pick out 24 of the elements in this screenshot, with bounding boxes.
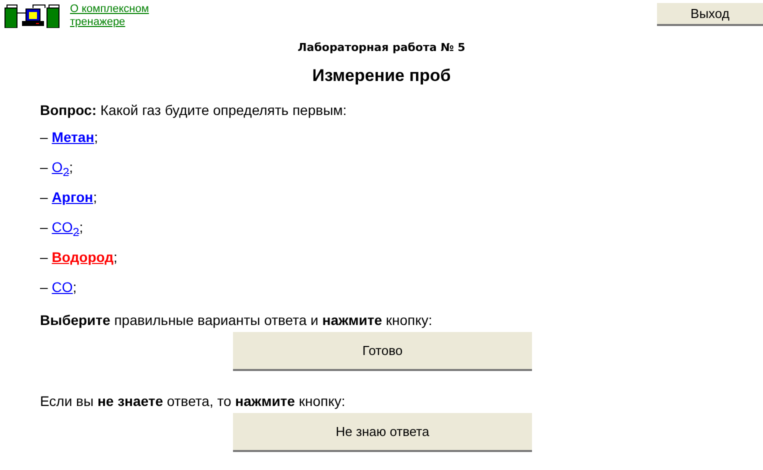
lab-title: Лабораторная работа № 5 [296,41,466,54]
separator-text: ; [93,188,98,207]
answer-link[interactable]: CO [52,272,73,302]
page-heading: Измерение проб [311,66,452,86]
about-link[interactable]: О комплексном тренажере [70,3,160,29]
dash-text: – [40,158,48,177]
separator-text: ; [72,278,77,297]
separator-text: ; [79,218,84,237]
dont-know-button[interactable]: Не знаю ответа [233,413,532,452]
separator-text: ; [114,248,118,267]
dash-text: – [40,278,48,297]
dash-text: – [40,188,48,207]
dont-know-text: Если вы не знаете ответа, то нажмите кнопку: [40,393,346,409]
exit-button[interactable]: Выход [657,3,763,26]
dash-text: – [40,248,48,267]
done-button[interactable]: Готово [233,332,532,371]
dash-text: – [40,128,48,147]
answer-link[interactable]: Метан [52,122,94,152]
separator-text: ; [69,158,74,177]
separator-text: ; [94,128,98,147]
dash-text: – [40,218,48,237]
question-text: Какой газ будите определять первым: [100,102,347,118]
instruction-text: Выберите правильные варианты ответа и нажмите кнопку: [40,312,434,328]
question-label: Вопрос: [40,102,96,118]
